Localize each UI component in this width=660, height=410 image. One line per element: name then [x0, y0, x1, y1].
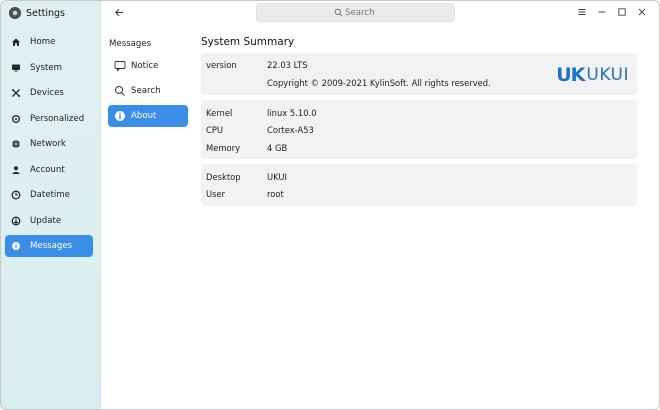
copyright-text: Copyright © 2009-2021 KylinSoft. All rig… [267, 78, 491, 88]
notice-icon [114, 60, 126, 72]
memory-value: 4 GB [267, 143, 288, 153]
cpu-value: Cortex-A53 [267, 125, 314, 135]
sidebar-item-label: Messages [30, 241, 73, 251]
user-label: User [206, 189, 226, 199]
search-icon [334, 8, 343, 17]
search-icon [114, 85, 126, 97]
monitor-icon [11, 63, 21, 73]
desktop-label: Desktop [206, 172, 241, 182]
user-value: root [267, 189, 284, 199]
menu-button[interactable] [577, 6, 587, 18]
user-icon [11, 165, 21, 175]
desktop-value: UKUI [267, 172, 287, 182]
sidebar-item-personalized[interactable]: Personalized [5, 108, 93, 130]
sidebar-item-label: Home [30, 37, 56, 47]
subnav-item-about[interactable]: About [108, 105, 188, 127]
version-value: 22.03 LTS [267, 60, 308, 70]
environment-card: Desktop UKUI User root [201, 164, 637, 206]
close-button[interactable] [637, 6, 647, 18]
settings-window: Settings Home System Devices Personalize… [0, 0, 660, 410]
sidebar-item-label: Devices [30, 88, 64, 98]
sidebar-item-label: Network [30, 139, 66, 149]
sidebar-item-datetime[interactable]: Datetime [5, 184, 93, 206]
section-title: Messages [109, 39, 152, 49]
subnav-item-label: Notice [131, 61, 159, 71]
sidebar-item-label: System [30, 62, 63, 73]
hardware-card: Kernel linux 5.10.0 CPU Cortex-A53 Memor… [201, 100, 637, 159]
ukui-logo: UK UKUI [556, 64, 629, 86]
home-icon [11, 37, 21, 47]
globe-icon [11, 139, 21, 149]
kernel-value: linux 5.10.0 [267, 108, 317, 118]
sidebar-item-label: Personalized [30, 113, 85, 124]
sidebar-item-label: Datetime [30, 190, 70, 200]
subnav-item-label: About [131, 111, 157, 121]
sidebar-item-network[interactable]: Network [5, 133, 93, 155]
back-button[interactable] [112, 5, 126, 19]
minimize-button[interactable] [597, 6, 607, 18]
sidebar-item-label: Account [30, 164, 65, 175]
devices-icon [11, 88, 21, 98]
minimize-icon [598, 11, 606, 13]
info-icon [11, 241, 21, 251]
update-icon [11, 216, 21, 226]
ukui-logo-mark: UK [556, 64, 585, 86]
subnav-item-notice[interactable]: Notice [108, 55, 188, 77]
sidebar-item-label: Update [30, 215, 62, 226]
palette-icon [11, 114, 21, 124]
maximize-icon [618, 8, 626, 16]
memory-label: Memory [206, 143, 241, 153]
maximize-button[interactable] [617, 6, 627, 18]
cpu-label: CPU [206, 125, 224, 135]
close-icon [638, 8, 646, 16]
sidebar-nav: Home System Devices Personalized Network… [5, 31, 93, 261]
settings-app-icon [9, 7, 21, 19]
version-card: version 22.03 LTS Copyright © 2009-2021 … [201, 53, 637, 95]
search-input[interactable] [345, 7, 377, 18]
sidebar-item-account[interactable]: Account [5, 159, 93, 181]
app-title: Settings [26, 7, 65, 19]
sidebar-item-messages[interactable]: Messages [5, 235, 93, 257]
sidebar: Settings Home System Devices Personalize… [1, 1, 101, 409]
kernel-label: Kernel [206, 108, 233, 118]
menu-icon [578, 9, 586, 15]
app-title-bar: Settings [9, 6, 65, 20]
subnav-item-search[interactable]: Search [108, 80, 188, 102]
sidebar-item-devices[interactable]: Devices [5, 82, 93, 104]
info-icon [114, 110, 126, 122]
page-title: System Summary [201, 36, 295, 48]
window-controls [577, 6, 647, 18]
ukui-logo-text: UKUI [586, 65, 629, 85]
clock-icon [11, 190, 21, 200]
version-label: version [206, 60, 237, 70]
subnav-item-label: Search [131, 86, 161, 96]
sidebar-item-home[interactable]: Home [5, 31, 93, 53]
section-nav: Notice Search About [108, 55, 188, 130]
sidebar-item-system[interactable]: System [5, 57, 93, 79]
sidebar-item-update[interactable]: Update [5, 210, 93, 232]
arrow-left-icon [114, 8, 123, 16]
search-bar[interactable] [256, 3, 455, 22]
